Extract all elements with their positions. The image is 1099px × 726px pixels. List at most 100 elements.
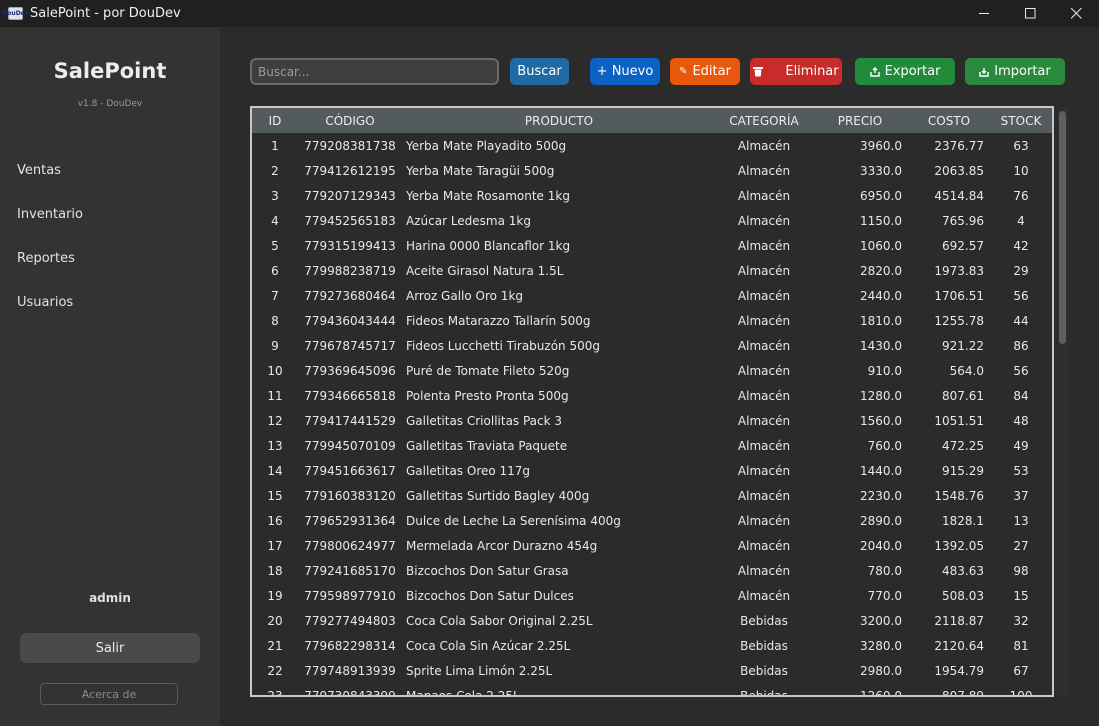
cell-id: 14 xyxy=(267,463,283,478)
table-row[interactable]: 19 779598977910 Bizcochos Don Satur Dulces… xyxy=(252,583,1052,608)
cell-price: 3960.0 xyxy=(860,138,902,153)
cell-price: 1430.0 xyxy=(860,338,902,353)
cell-category: Almacén xyxy=(737,338,791,353)
edit-button[interactable]: ✎ Editar xyxy=(670,58,740,85)
about-button[interactable]: Acerca de xyxy=(40,683,178,705)
table-row[interactable]: 3 779207129343 Yerba Mate Rosamonte 1kg Alm… xyxy=(252,183,1052,208)
cell-price: 3200.0 xyxy=(860,613,902,628)
export-button[interactable]: Exportar xyxy=(855,58,955,85)
cell-cost: 1548.76 xyxy=(934,488,984,503)
cell-stock: 13 xyxy=(1013,513,1029,528)
cell-id: 15 xyxy=(267,488,283,503)
brand-title: SalePoint xyxy=(53,59,167,83)
cell-id: 10 xyxy=(267,363,283,378)
cell-code: 779412612195 xyxy=(304,163,396,178)
search-button[interactable]: Buscar xyxy=(510,58,569,85)
table-row[interactable]: 13 779945070109 Galletitas Traviata Paquet… xyxy=(252,433,1052,458)
column-header-category[interactable]: CATEGORÍA xyxy=(716,108,812,133)
cell-cost: 1051.51 xyxy=(934,413,984,428)
table-row[interactable]: 15 779160383120 Galletitas Surtido Bagley … xyxy=(252,483,1052,508)
cell-stock: 81 xyxy=(1013,638,1029,653)
cell-code: 779988238719 xyxy=(304,263,396,278)
nav-ventas[interactable]: Ventas xyxy=(17,163,61,178)
app-icon: DouDev xyxy=(2,7,29,20)
cell-price: 1260.0 xyxy=(860,688,902,697)
table-row[interactable]: 1 779208381738 Yerba Mate Playadito 500g Al… xyxy=(252,133,1052,158)
cell-id: 19 xyxy=(267,588,283,603)
cell-stock: 56 xyxy=(1013,288,1029,303)
table-row[interactable]: 2 779412612195 Yerba Mate Taragüi 500g Alma… xyxy=(252,158,1052,183)
table-row[interactable]: 5 779315199413 Harina 0000 Blancaflor 1kg A… xyxy=(252,233,1052,258)
cell-stock: 53 xyxy=(1013,463,1029,478)
cell-product: Dulce de Leche La Serenísima 400g xyxy=(406,513,621,528)
table-row[interactable]: 7 779273680464 Arroz Gallo Oro 1kg Almacén 2… xyxy=(252,283,1052,308)
table-row[interactable]: 9 779678745717 Fideos Lucchetti Tirabuzón … xyxy=(252,333,1052,358)
table-row[interactable]: 6 779988238719 Aceite Girasol Natura 1.5L A… xyxy=(252,258,1052,283)
new-button[interactable]: + Nuevo xyxy=(590,58,660,85)
table-row[interactable]: 18 779241685170 Bizcochos Don Satur Grasa A… xyxy=(252,558,1052,583)
logout-button[interactable]: Salir xyxy=(20,633,200,663)
cell-code: 779315199413 xyxy=(304,238,396,253)
cell-id: 6 xyxy=(271,263,279,278)
cell-stock: 76 xyxy=(1013,188,1029,203)
sidebar: SalePoint v1.8 - DouDev Ventas Inventari… xyxy=(0,27,220,726)
cell-cost: 692.57 xyxy=(942,238,984,253)
table-row[interactable]: 8 779436043444 Fideos Matarazzo Tallarín 5… xyxy=(252,308,1052,333)
cell-price: 780.0 xyxy=(867,563,902,578)
cell-price: 1560.0 xyxy=(860,413,902,428)
table-row[interactable]: 20 779277494803 Coca Cola Sabor Original 2… xyxy=(252,608,1052,633)
table-row[interactable]: 22 779748913939 Sprite Lima Limón 2.25L Beb… xyxy=(252,658,1052,683)
column-header-cost[interactable]: COSTO xyxy=(908,108,990,133)
cell-price: 1810.0 xyxy=(860,313,902,328)
column-header-price[interactable]: PRECIO xyxy=(812,108,908,133)
delete-button[interactable]: Eliminar xyxy=(750,58,842,85)
cell-code: 779417441529 xyxy=(304,413,396,428)
maximize-button[interactable] xyxy=(1007,0,1053,27)
table-row[interactable]: 10 779369645096 Puré de Tomate Fileto 520g… xyxy=(252,358,1052,383)
cell-category: Almacén xyxy=(737,513,791,528)
table-row[interactable]: 21 779682298314 Coca Cola Sin Azúcar 2.25L… xyxy=(252,633,1052,658)
table-row[interactable]: 11 779346665818 Polenta Presto Pronta 500g… xyxy=(252,383,1052,408)
column-header-code[interactable]: CÓDIGO xyxy=(298,108,402,133)
search-input[interactable] xyxy=(250,58,499,85)
cell-stock: 29 xyxy=(1013,263,1029,278)
cell-category: Almacén xyxy=(737,313,791,328)
cell-price: 2040.0 xyxy=(860,538,902,553)
import-button[interactable]: Importar xyxy=(965,58,1065,85)
scrollbar-thumb[interactable] xyxy=(1059,111,1066,344)
cell-code: 779160383120 xyxy=(304,488,396,503)
cell-product: Yerba Mate Rosamonte 1kg xyxy=(406,188,570,203)
table-row[interactable]: 4 779452565183 Azúcar Ledesma 1kg Almacén 11… xyxy=(252,208,1052,233)
cell-stock: 42 xyxy=(1013,238,1029,253)
cell-price: 2820.0 xyxy=(860,263,902,278)
cell-code: 779730843399 xyxy=(304,688,396,697)
cell-category: Almacén xyxy=(737,413,791,428)
cell-id: 8 xyxy=(271,313,279,328)
column-header-id[interactable]: ID xyxy=(252,108,298,133)
table-row[interactable]: 17 779800624977 Mermelada Arcor Durazno 45… xyxy=(252,533,1052,558)
products-table[interactable]: ID CÓDIGO PRODUCTO CATEGORÍA PRECIO COST… xyxy=(250,106,1054,697)
table-row[interactable]: 12 779417441529 Galletitas Criollitas Pack… xyxy=(252,408,1052,433)
cell-category: Bebidas xyxy=(740,638,788,653)
cell-id: 9 xyxy=(271,338,279,353)
close-window-button[interactable] xyxy=(1053,0,1099,27)
column-header-stock[interactable]: STOCK xyxy=(990,108,1052,133)
nav-inventario[interactable]: Inventario xyxy=(17,207,83,222)
column-header-product[interactable]: PRODUCTO xyxy=(402,108,716,133)
nav-reportes[interactable]: Reportes xyxy=(17,251,75,266)
table-row[interactable]: 16 779652931364 Dulce de Leche La Serenísi… xyxy=(252,508,1052,533)
pencil-icon: ✎ xyxy=(679,66,688,77)
cell-stock: 49 xyxy=(1013,438,1029,453)
minimize-button[interactable] xyxy=(961,0,1007,27)
table-row[interactable]: 23 779730843399 Manaos Cola 2.25L Bebidas 12… xyxy=(252,683,1052,697)
nav-usuarios[interactable]: Usuarios xyxy=(17,295,73,310)
cell-stock: 63 xyxy=(1013,138,1029,153)
cell-price: 3330.0 xyxy=(860,163,902,178)
table-row[interactable]: 14 779451663617 Galletitas Oreo 117g Almacé… xyxy=(252,458,1052,483)
cell-product: Galletitas Oreo 117g xyxy=(406,463,531,478)
cell-price: 3280.0 xyxy=(860,638,902,653)
cell-stock: 86 xyxy=(1013,338,1029,353)
cell-code: 779652931364 xyxy=(304,513,396,528)
cell-product: Fideos Matarazzo Tallarín 500g xyxy=(406,313,591,328)
cell-price: 2980.0 xyxy=(860,663,902,678)
